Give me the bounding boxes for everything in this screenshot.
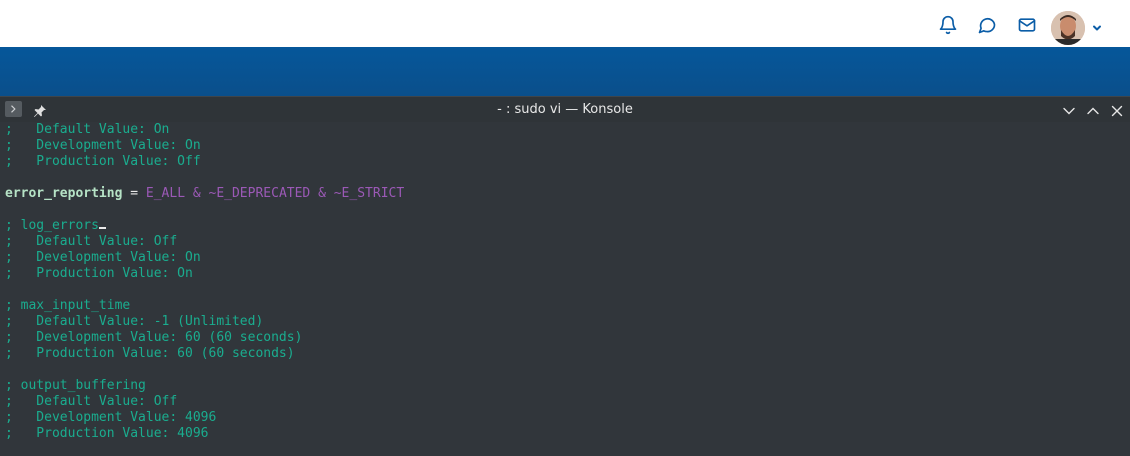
terminal-line: ; max_input_time [5, 298, 1130, 314]
close-icon[interactable] [1110, 103, 1124, 117]
top-header [0, 0, 1130, 47]
comment-text: ; Production Value: Off [5, 154, 201, 169]
comment-text: ; Development Value: On [5, 250, 201, 265]
terminal-line: ; Production Value: 4096 [5, 426, 1130, 442]
terminal-line: error_reporting = E_ALL & ~E_DEPRECATED … [5, 186, 1130, 202]
comment-text: ; Development Value: 4096 [5, 410, 217, 425]
terminal-line: ; log_errors [5, 218, 1130, 234]
mail-icon[interactable] [1016, 14, 1038, 36]
terminal-line: ; Default Value: Off [5, 234, 1130, 250]
comment-text: ; Development Value: 60 (60 seconds) [5, 330, 303, 345]
comment-text: ; Default Value: On [5, 122, 170, 137]
terminal-line: ; Default Value: -1 (Unlimited) [5, 314, 1130, 330]
maximize-icon[interactable] [1086, 103, 1100, 117]
comment-text: ; Production Value: 60 (60 seconds) [5, 346, 295, 361]
setting-operator: = [122, 186, 146, 201]
terminal-line: ; Production Value: Off [5, 154, 1130, 170]
minimize-icon[interactable] [1062, 103, 1076, 117]
window-title: - : sudo vi — Konsole [497, 102, 633, 117]
setting-value: E_ALL & ~E_DEPRECATED & ~E_STRICT [145, 186, 405, 201]
terminal-line: ; Production Value: On [5, 266, 1130, 282]
terminal-line: ; Development Value: On [5, 250, 1130, 266]
comment-text: ; Development Value: On [5, 138, 201, 153]
avatar[interactable] [1051, 11, 1085, 45]
text-cursor [98, 227, 106, 229]
setting-key: error_reporting [5, 186, 123, 201]
terminal-line: ; Development Value: 60 (60 seconds) [5, 330, 1130, 346]
comment-text: ; Default Value: -1 (Unlimited) [5, 314, 264, 329]
terminal-line: ; Default Value: Off [5, 394, 1130, 410]
comment-text: ; max_input_time [5, 298, 131, 313]
terminal-line: ; Development Value: 4096 [5, 410, 1130, 426]
comment-text: ; output_buffering [5, 378, 146, 393]
terminal-output[interactable]: ; Default Value: On; Development Value: … [0, 122, 1130, 456]
terminal-line: ; Production Value: 60 (60 seconds) [5, 346, 1130, 362]
bell-icon[interactable] [937, 14, 959, 36]
comment-text: ; log_errors [5, 218, 99, 233]
comment-text: ; Production Value: On [5, 266, 193, 281]
window-titlebar[interactable]: - : sudo vi — Konsole [0, 96, 1130, 123]
terminal-line: ; Default Value: On [5, 122, 1130, 138]
chevron-down-icon[interactable] [1090, 20, 1104, 34]
comment-text: ; Default Value: Off [5, 394, 178, 409]
comment-text: ; Production Value: 4096 [5, 426, 209, 441]
chat-icon[interactable] [976, 14, 998, 36]
comment-text: ; Default Value: Off [5, 234, 178, 249]
terminal-line: ; Development Value: On [5, 138, 1130, 154]
blue-banner [0, 47, 1130, 96]
konsole-window: - : sudo vi — Konsole ; Default Value: O… [0, 96, 1130, 456]
terminal-line: ; output_buffering [5, 378, 1130, 394]
